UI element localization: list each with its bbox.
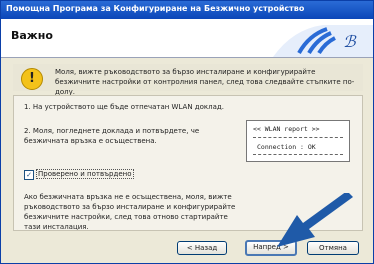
warning-text: Моля, вижте ръководството за бързо инста… <box>55 68 355 96</box>
pointer-arrow-icon <box>277 193 353 247</box>
page-title: Важно <box>11 29 53 42</box>
warning-banner: ! Моля, вижте ръководството за бързо инс… <box>13 64 363 96</box>
back-button[interactable]: < Назад <box>177 241 227 255</box>
wlan-report-sample: << WLAN report >> Connection : OK <box>246 120 350 162</box>
confirm-checkbox[interactable]: ✓ <box>24 170 34 180</box>
wizard-header: Важно ℬ <box>1 19 373 58</box>
title-bar: Помощна Програма за Конфигуриране на Без… <box>1 1 373 19</box>
exclamation-warning-icon: ! <box>21 68 43 90</box>
confirm-checkbox-label[interactable]: Проверено и потвърдено <box>36 169 134 179</box>
window-title: Помощна Програма за Конфигуриране на Без… <box>6 4 305 13</box>
report-divider-bottom <box>253 154 343 155</box>
report-status: Connection : OK <box>257 143 316 151</box>
failure-note: Ако безжичната връзка не е осъществена, … <box>24 193 236 231</box>
step-1-text: 1. На устройството ще бъде отпечатан WLA… <box>24 103 224 111</box>
report-divider-top <box>253 137 343 138</box>
wireless-logo-icon: ℬ <box>273 25 373 57</box>
step-2-text: 2. Моля, погледнете доклада и потвърдете… <box>24 127 200 145</box>
report-heading: << WLAN report >> <box>253 125 320 133</box>
wizard-window: Помощна Програма за Конфигуриране на Без… <box>0 0 374 264</box>
svg-text:ℬ: ℬ <box>343 32 357 51</box>
